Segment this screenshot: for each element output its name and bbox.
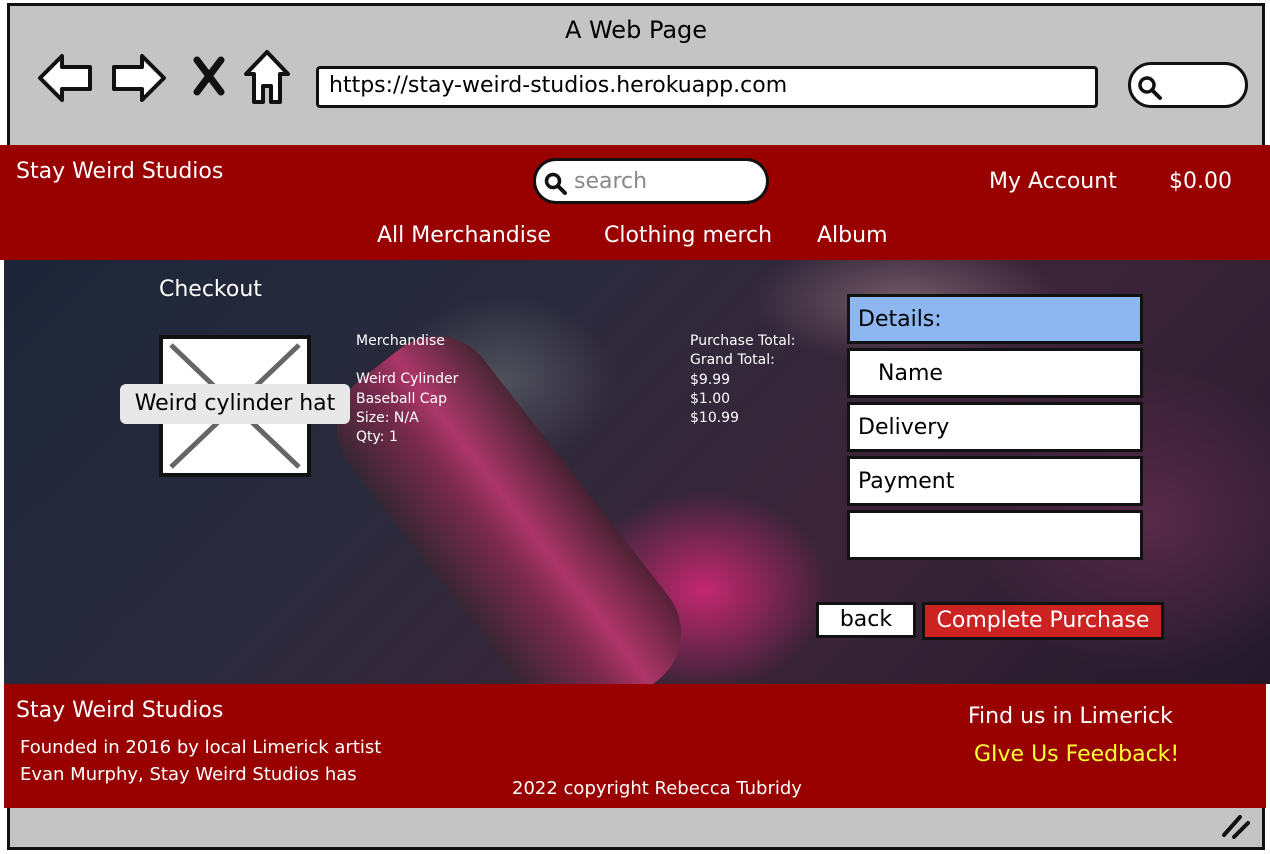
grand-total-value: $10.99 bbox=[690, 410, 739, 427]
cart-total[interactable]: $0.00 bbox=[1169, 169, 1232, 194]
my-account-link[interactable]: My Account bbox=[989, 169, 1117, 194]
browser-chrome: A Web Page https://stay-weird-studios.he… bbox=[7, 3, 1265, 145]
footer-about-line1: Founded in 2016 by local Limerick artist bbox=[20, 737, 382, 758]
item-name-line1: Weird Cylinder bbox=[356, 371, 459, 388]
resize-grip-icon[interactable] bbox=[1220, 813, 1252, 839]
back-arrow-icon[interactable] bbox=[36, 51, 94, 109]
close-icon[interactable] bbox=[192, 56, 226, 100]
totals-summary: Purchase Total: Grand Total: $9.99 $1.00… bbox=[690, 332, 795, 428]
site-header: Stay Weird Studios My Account $0.00 All … bbox=[0, 145, 1270, 260]
grand-total-label: Grand Total: bbox=[690, 352, 775, 369]
page-title: Checkout bbox=[159, 277, 262, 302]
details-heading: Details: bbox=[847, 294, 1143, 344]
site-search-input[interactable] bbox=[574, 165, 754, 197]
item-qty: Qty: 1 bbox=[356, 429, 398, 446]
merchandise-summary: Merchandise Weird Cylinder Baseball Cap … bbox=[356, 332, 458, 447]
nav-all-merchandise[interactable]: All Merchandise bbox=[377, 223, 551, 248]
footer-about-line2: Evan Murphy, Stay Weird Studios has bbox=[20, 764, 357, 785]
details-delivery-field[interactable]: Delivery bbox=[847, 402, 1143, 452]
search-icon bbox=[544, 172, 567, 195]
nav-album[interactable]: Album bbox=[817, 223, 888, 248]
details-payment-field[interactable]: Payment bbox=[847, 456, 1143, 506]
footer-feedback-link[interactable]: GIve Us Feedback! bbox=[974, 742, 1179, 767]
item-size: Size: N/A bbox=[356, 409, 419, 426]
window-title: A Web Page bbox=[564, 16, 708, 44]
complete-purchase-button[interactable]: Complete Purchase bbox=[922, 602, 1164, 640]
footer-about: Founded in 2016 by local Limerick artist… bbox=[20, 734, 440, 788]
product-image-label: Weird cylinder hat bbox=[120, 384, 350, 424]
url-bar[interactable]: https://stay-weird-studios.herokuapp.com bbox=[316, 66, 1098, 108]
browser-search-field[interactable] bbox=[1128, 62, 1248, 108]
footer-copyright: 2022 copyright Rebecca Tubridy bbox=[512, 778, 802, 799]
site-brand[interactable]: Stay Weird Studios bbox=[16, 159, 223, 184]
details-name-field[interactable]: Name bbox=[847, 348, 1143, 398]
footer-find-us[interactable]: Find us in Limerick bbox=[968, 704, 1173, 729]
back-button[interactable]: back bbox=[816, 602, 916, 638]
site-footer: Stay Weird Studios Founded in 2016 by lo… bbox=[4, 684, 1266, 808]
item-price: $9.99 bbox=[690, 371, 731, 388]
item-name-line2: Baseball Cap bbox=[356, 390, 448, 407]
details-extra-field[interactable] bbox=[847, 510, 1143, 560]
site-search-box[interactable] bbox=[533, 158, 769, 204]
details-panel: Details: Name Delivery Payment bbox=[847, 294, 1145, 564]
checkout-hero: Checkout Weird cylinder hat Merchandise … bbox=[4, 260, 1270, 684]
home-icon[interactable] bbox=[242, 48, 292, 110]
footer-brand: Stay Weird Studios bbox=[16, 698, 224, 723]
nav-clothing-merch[interactable]: Clothing merch bbox=[604, 223, 772, 248]
forward-arrow-icon[interactable] bbox=[110, 51, 168, 109]
browser-status-bar bbox=[7, 808, 1265, 850]
search-icon bbox=[1138, 76, 1162, 100]
merch-heading: Merchandise bbox=[356, 333, 445, 349]
purchase-total-label: Purchase Total: bbox=[690, 333, 796, 349]
shipping-price: $1.00 bbox=[690, 390, 731, 407]
